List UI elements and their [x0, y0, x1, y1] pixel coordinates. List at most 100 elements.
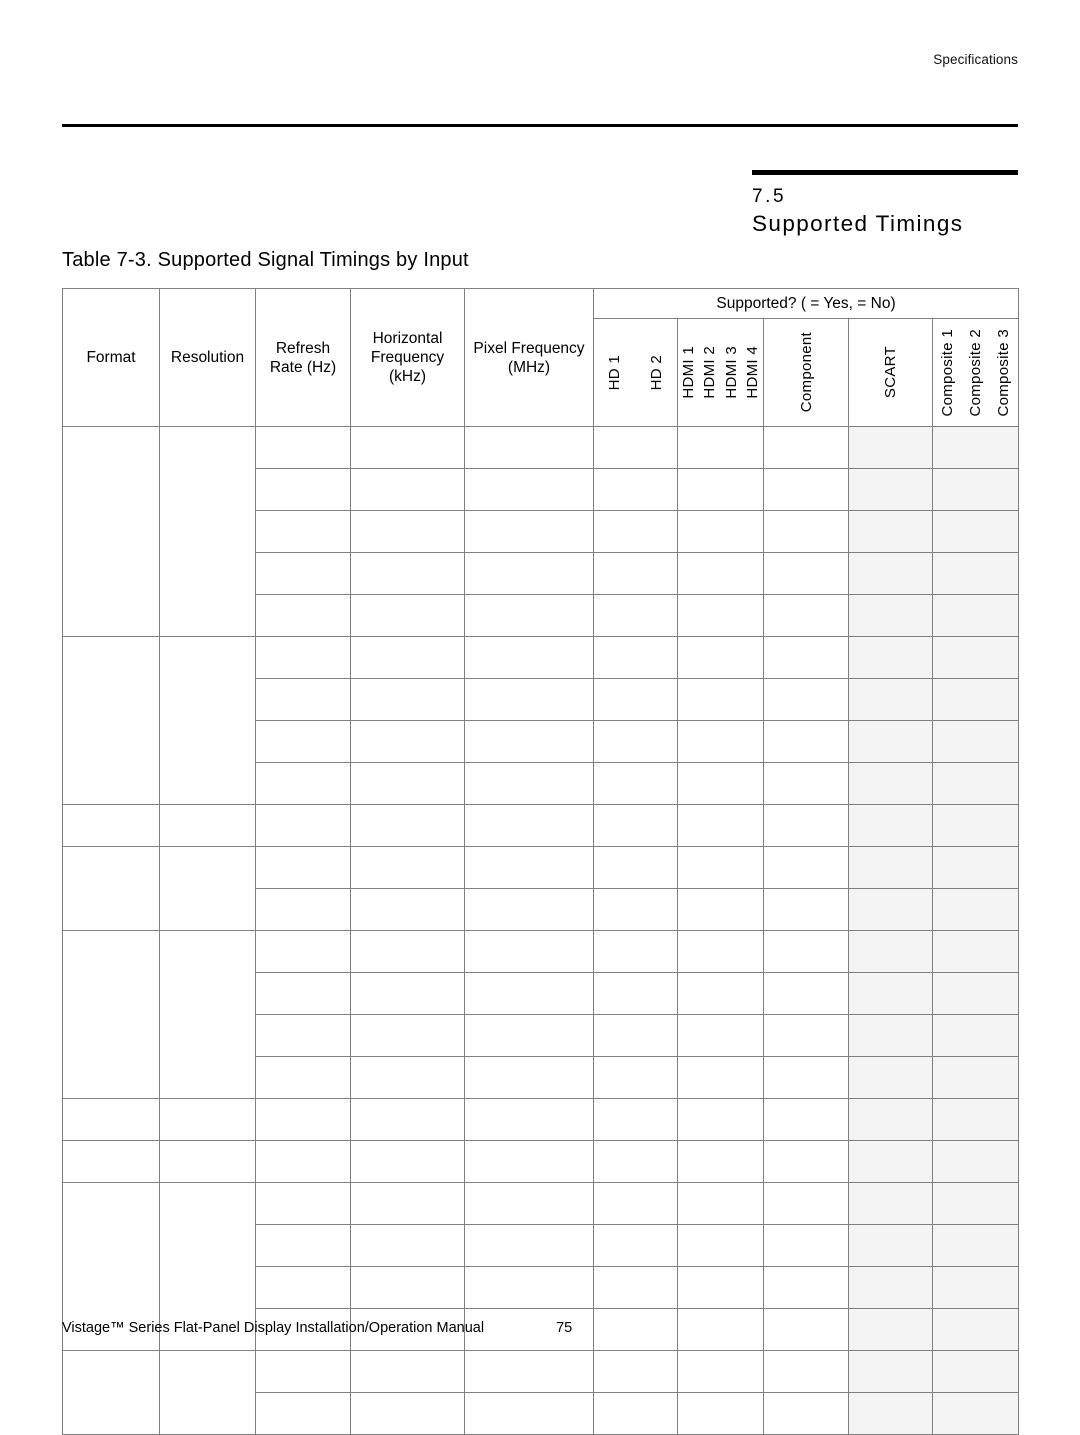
cell-pixel-frequency: [464, 1350, 594, 1393]
col-header-pixel-frequency: Pixel Frequency (MHz): [464, 288, 594, 427]
cell-hd: [593, 1098, 678, 1141]
table-row: [62, 1182, 1019, 1351]
table-row: [62, 930, 1019, 1099]
cell-component: [763, 1182, 849, 1225]
cell-component: [763, 720, 849, 763]
cell-hd: [593, 594, 678, 637]
cell-format: [62, 930, 160, 1099]
cell-hd: [593, 1014, 678, 1057]
cell-pixel-frequency: [464, 1098, 594, 1141]
table-body: [62, 426, 1019, 1435]
cell-format: [62, 804, 160, 847]
cell-refresh-rate: [255, 1056, 351, 1099]
cell-hdmi: [677, 1392, 764, 1435]
cell-pixel-frequency: [464, 1140, 594, 1183]
cell-component: [763, 594, 849, 637]
cell-scart: [848, 1392, 933, 1435]
cell-scart: [848, 1056, 933, 1099]
cell-component: [763, 1056, 849, 1099]
cell-horizontal-frequency: [350, 636, 465, 679]
table-row: [62, 846, 1019, 931]
cell-horizontal-frequency: [350, 1392, 465, 1435]
cell-composite: [932, 1098, 1019, 1141]
cell-hdmi: [677, 888, 764, 931]
pixel-frequency-line-2: (MHz): [507, 358, 551, 376]
cell-composite: [932, 972, 1019, 1015]
cell-hd: [593, 468, 678, 511]
cell-hd: [593, 1350, 678, 1393]
cell-scart: [848, 1140, 933, 1183]
cell-resolution: [159, 846, 256, 931]
col-header-hd-2: HD 2: [647, 354, 665, 391]
cell-refresh-rate: [255, 720, 351, 763]
col-header-scart: SCART: [848, 318, 933, 427]
cell-pixel-frequency: [464, 1266, 594, 1309]
cell-hdmi: [677, 636, 764, 679]
cell-horizontal-frequency: [350, 846, 465, 889]
cell-resolution: [159, 1350, 256, 1435]
horizontal-frequency-line-1: Horizontal: [372, 330, 443, 347]
col-header-hd-1: HD 1: [606, 354, 624, 391]
cell-component: [763, 1014, 849, 1057]
cell-hdmi: [677, 552, 764, 595]
col-header-horizontal-frequency: Horizontal Frequency (kHz): [350, 288, 465, 427]
cell-horizontal-frequency: [350, 1182, 465, 1225]
cell-component: [763, 510, 849, 553]
cell-pixel-frequency: [464, 846, 594, 889]
col-header-hdmi-1: HDMI 1: [680, 346, 698, 399]
col-header-resolution: Resolution: [159, 288, 256, 427]
cell-resolution: [159, 804, 256, 847]
cell-horizontal-frequency: [350, 1140, 465, 1183]
cell-format: [62, 1140, 160, 1183]
cell-component: [763, 678, 849, 721]
cell-hd: [593, 762, 678, 805]
cell-hdmi: [677, 762, 764, 805]
cell-scart: [848, 888, 933, 931]
section-rule: [752, 170, 1018, 175]
cell-component: [763, 1350, 849, 1393]
cell-refresh-rate: [255, 1392, 351, 1435]
cell-horizontal-frequency: [350, 972, 465, 1015]
cell-hdmi: [677, 1266, 764, 1309]
col-header-scart-1: SCART: [882, 346, 899, 399]
cell-component: [763, 762, 849, 805]
cell-scart: [848, 678, 933, 721]
col-header-composite-3: Composite 3: [995, 328, 1013, 417]
cell-composite: [932, 1182, 1019, 1225]
cell-component: [763, 426, 849, 469]
table-row: [62, 1350, 1019, 1435]
cell-refresh-rate: [255, 1350, 351, 1393]
cell-hdmi: [677, 1224, 764, 1267]
cell-horizontal-frequency: [350, 1014, 465, 1057]
cell-refresh-rate: [255, 1182, 351, 1225]
cell-composite: [932, 678, 1019, 721]
cell-refresh-rate: [255, 762, 351, 805]
cell-component: [763, 1224, 849, 1267]
cell-scart: [848, 552, 933, 595]
table-row: [62, 1098, 1019, 1141]
cell-hd: [593, 888, 678, 931]
cell-refresh-rate: [255, 426, 351, 469]
header-rule: [62, 124, 1018, 127]
cell-scart: [848, 1350, 933, 1393]
page-footer: Vistage™ Series Flat-Panel Display Insta…: [62, 1320, 1018, 1336]
cell-format: [62, 846, 160, 931]
cell-pixel-frequency: [464, 510, 594, 553]
cell-composite: [932, 888, 1019, 931]
col-header-hd-group: HD 1 HD 2: [593, 318, 678, 427]
cell-hd: [593, 1392, 678, 1435]
cell-scart: [848, 468, 933, 511]
cell-composite: [932, 468, 1019, 511]
cell-horizontal-frequency: [350, 930, 465, 973]
cell-scart: [848, 762, 933, 805]
cell-refresh-rate: [255, 678, 351, 721]
cell-composite: [932, 930, 1019, 973]
cell-horizontal-frequency: [350, 762, 465, 805]
table-caption: Table 7-3. Supported Signal Timings by I…: [62, 249, 469, 271]
cell-composite: [932, 1056, 1019, 1099]
cell-format: [62, 1098, 160, 1141]
cell-scart: [848, 846, 933, 889]
running-head: Specifications: [933, 52, 1018, 67]
supported-timings-table: Format Resolution Refresh Rate (Hz) Hori…: [62, 288, 1019, 1435]
table-row: [62, 804, 1019, 847]
